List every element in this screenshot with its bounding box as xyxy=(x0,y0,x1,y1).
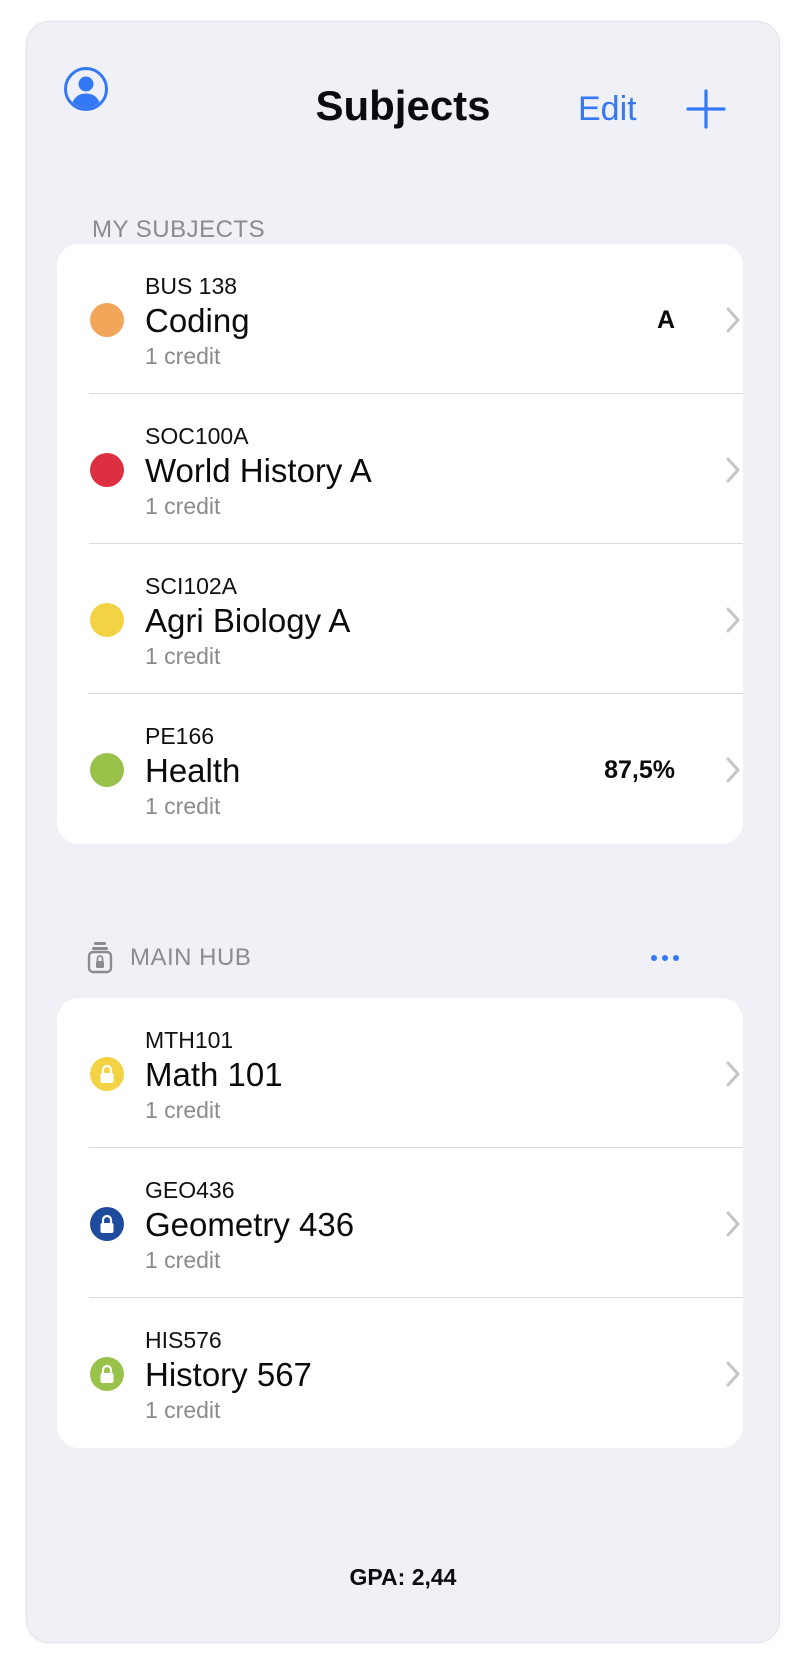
subject-grade: 87,5% xyxy=(604,756,675,784)
subject-code: GEO436 xyxy=(145,1177,235,1203)
subject-name: Geometry 436 xyxy=(145,1206,355,1243)
add-subject-button[interactable] xyxy=(685,88,727,130)
subject-grade: A xyxy=(656,306,675,334)
lock-icon xyxy=(90,1357,124,1391)
lock-icon xyxy=(90,1207,124,1241)
plus-icon xyxy=(686,89,726,129)
navigation-bar: Subjects Edit xyxy=(27,22,779,162)
subject-credit: 1 credit xyxy=(145,1097,221,1123)
subject-name: Health xyxy=(145,752,241,789)
main-hub-header: MAIN HUB xyxy=(87,940,707,976)
subject-code: HIS576 xyxy=(145,1327,222,1353)
subject-color-dot xyxy=(90,753,124,787)
subject-color-dot xyxy=(90,603,124,637)
chevron-right-icon xyxy=(725,756,741,784)
subject-credit: 1 credit xyxy=(145,643,221,669)
chevron-right-icon xyxy=(725,606,741,634)
chevron-right-icon xyxy=(725,1060,741,1088)
subject-credit: 1 credit xyxy=(145,1247,221,1273)
subject-credit: 1 credit xyxy=(145,343,221,369)
subject-code: MTH101 xyxy=(145,1027,234,1053)
subject-row-history-567[interactable]: HIS576 History 567 1 credit xyxy=(57,1298,743,1448)
subject-row-math-101[interactable]: MTH101 Math 101 1 credit xyxy=(57,998,743,1148)
subject-row-coding[interactable]: BUS 138 Coding 1 credit A xyxy=(57,244,743,394)
chevron-right-icon xyxy=(725,456,741,484)
subject-name: Coding xyxy=(145,302,250,339)
lock-icon xyxy=(90,1057,124,1091)
my-subjects-list: BUS 138 Coding 1 credit A SOC100A World … xyxy=(57,244,743,844)
app-window: Subjects Edit MY SUBJECTS BUS 138 Coding… xyxy=(27,22,779,1642)
subject-credit: 1 credit xyxy=(145,1397,221,1423)
gpa-summary: GPA: 2,44 xyxy=(349,1564,457,1590)
my-subjects-header: MY SUBJECTS xyxy=(92,216,266,243)
subject-row-geometry-436[interactable]: GEO436 Geometry 436 1 credit xyxy=(57,1148,743,1298)
subject-row-world-history-a[interactable]: SOC100A World History A 1 credit xyxy=(57,394,743,544)
subject-name: World History A xyxy=(145,452,372,489)
subject-code: SCI102A xyxy=(145,573,238,599)
person-circle-icon xyxy=(64,67,108,111)
chevron-right-icon xyxy=(725,1210,741,1238)
locked-archive-icon xyxy=(87,942,113,974)
edit-button[interactable]: Edit xyxy=(578,87,637,131)
subject-credit: 1 credit xyxy=(145,493,221,519)
main-hub-label: MAIN HUB xyxy=(130,944,252,971)
subject-color-dot xyxy=(90,453,124,487)
subject-name: Math 101 xyxy=(145,1056,283,1093)
subject-color-dot xyxy=(90,303,124,337)
subject-name: History 567 xyxy=(145,1356,312,1393)
ellipsis-icon[interactable] xyxy=(651,952,679,964)
chevron-right-icon xyxy=(725,306,741,334)
subject-code: PE166 xyxy=(145,723,215,749)
subject-row-health[interactable]: PE166 Health 1 credit 87,5% xyxy=(57,694,743,844)
subject-code: BUS 138 xyxy=(145,273,238,299)
subject-row-agri-biology-a[interactable]: SCI102A Agri Biology A 1 credit xyxy=(57,544,743,694)
subject-name: Agri Biology A xyxy=(145,602,351,639)
chevron-right-icon xyxy=(725,1360,741,1388)
subject-code: SOC100A xyxy=(145,423,249,449)
page-title: Subjects xyxy=(315,82,491,129)
main-hub-list: MTH101 Math 101 1 credit GEO436 Geometry… xyxy=(57,998,743,1448)
profile-button[interactable] xyxy=(63,66,109,112)
subject-credit: 1 credit xyxy=(145,793,221,819)
